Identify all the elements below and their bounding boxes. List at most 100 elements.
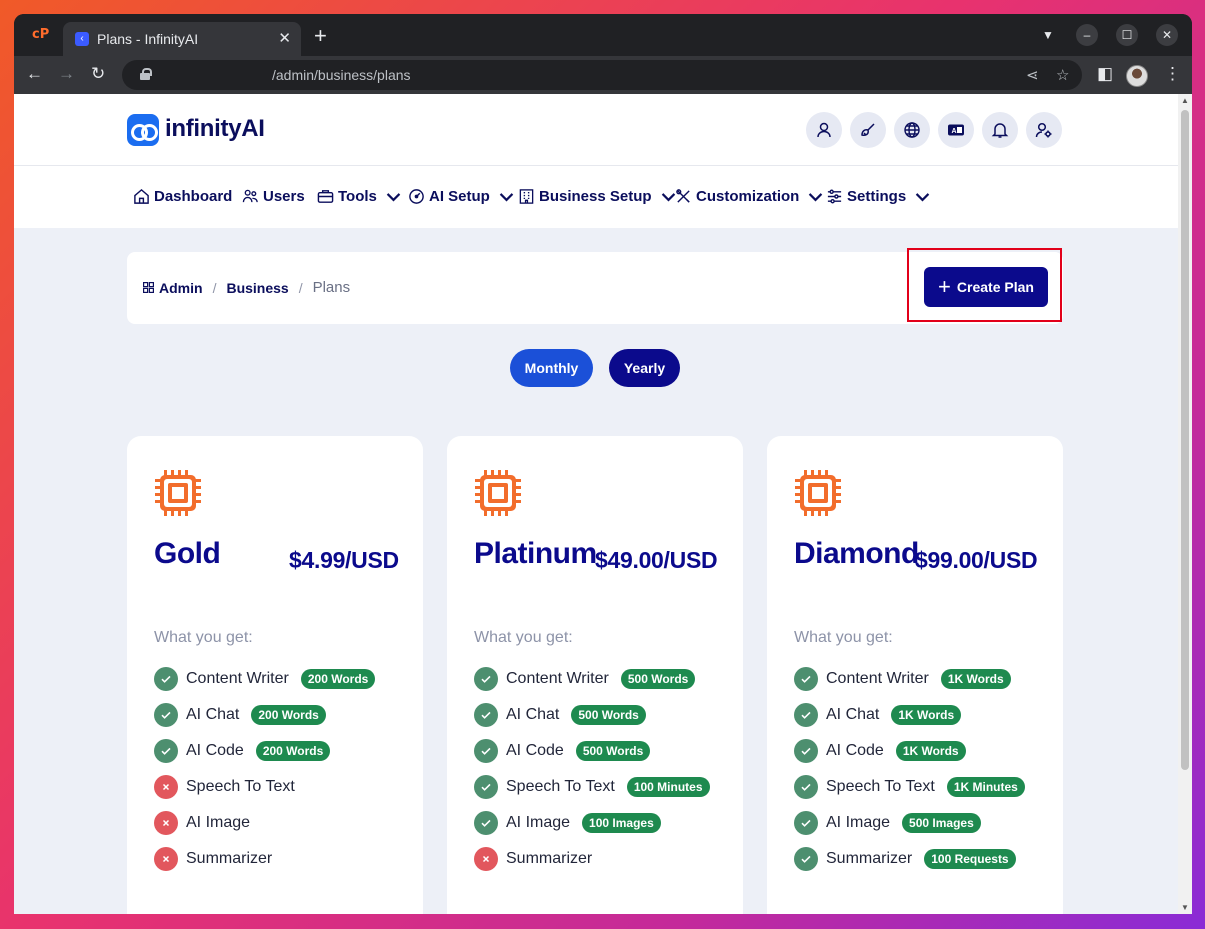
url-text[interactable]: /admin/business/plans [272,67,411,83]
plan-price: $4.99/USD [289,547,399,573]
scroll-up-icon[interactable]: ▲ [1181,96,1189,105]
feature-item: AI Code 500 Words [474,738,651,764]
nav-tools[interactable]: Tools [317,188,402,205]
profile-avatar[interactable] [1126,65,1148,87]
cpanel-icon[interactable]: cP [32,28,52,42]
check-icon [154,739,178,763]
breadcrumb-bar: Admin / Business / Plans + Create Plan [127,248,1063,324]
tab-close-icon[interactable]: ✕ [278,29,291,47]
feature-quota-badge: 500 Images [902,813,981,833]
create-plan-highlight: + Create Plan [907,248,1062,322]
plan-price: $49.00/USD [595,547,718,573]
features-heading: What you get: [794,629,893,646]
close-window-icon[interactable]: ✕ [1156,24,1178,46]
feature-quota-badge: 500 Words [571,705,646,725]
site-header: infinityAI A [14,94,1178,166]
share-icon[interactable]: ⋖ [1026,66,1039,84]
nav-label: Customization [696,188,800,205]
browser-menu-icon[interactable]: ⋮ [1164,64,1181,84]
feature-item: Speech To Text 1K Minutes [794,774,1025,800]
new-tab-icon[interactable]: + [314,25,327,47]
scroll-thumb[interactable] [1181,110,1189,770]
breadcrumb-separator: / [298,279,303,296]
nav-users[interactable]: Users [242,188,305,205]
check-icon [794,811,818,835]
cross-icon [154,811,178,835]
reload-icon[interactable]: ↻ [91,64,105,84]
lock-icon[interactable] [140,68,152,80]
check-icon [794,667,818,691]
browser-tab[interactable]: ‹ Plans - InfinityAI ✕ [63,22,301,56]
address-bar[interactable]: /admin/business/plans ⋖ ☆ [122,60,1082,90]
tab-search-chevron-icon[interactable]: ▼ [1042,28,1054,42]
nav-settings[interactable]: Settings [826,188,931,205]
dashboard-grid-icon [143,282,154,293]
feature-quota-badge: 200 Words [255,741,331,761]
plan-card: Gold $4.99/USD What you get: Content Writer… [127,436,423,914]
breadcrumb-admin[interactable]: Admin [143,280,203,296]
back-icon[interactable]: ← [26,64,43,84]
feature-label: Speech To Text [826,778,935,795]
breadcrumb-current: Plans [312,279,351,296]
tab-title: Plans - InfinityAI [97,31,199,47]
check-icon [474,775,498,799]
feature-quota-badge: 200 Words [251,705,326,725]
nav-label: Business Setup [539,188,652,205]
feature-quota-badge: 1K Minutes [946,777,1025,797]
forward-icon[interactable]: → [58,64,75,84]
feature-quota-badge: 1K Words [940,669,1011,689]
feature-quota-badge: 100 Minutes [626,777,710,797]
sliders-icon [827,189,842,204]
feature-quota-badge: 1K Words [891,705,962,725]
chevron-down-icon [499,193,514,202]
create-plan-button[interactable]: + Create Plan [924,267,1048,307]
feature-item: Content Writer 200 Words [154,666,376,692]
language-globe-icon[interactable] [894,112,930,148]
scroll-down-icon[interactable]: ▼ [1181,903,1189,912]
yearly-toggle-button[interactable]: Yearly [609,349,680,387]
feature-quota-badge: 200 Words [300,669,376,689]
plan-card: Diamond $99.00/USD What you get: Content Wr… [767,436,1063,914]
minimize-icon[interactable]: – [1076,24,1098,46]
features-heading: What you get: [154,629,253,646]
nav-dashboard[interactable]: Dashboard [133,188,232,205]
breadcrumb-business[interactable]: Business [226,280,288,296]
nav-label: Users [263,188,305,205]
feature-item: Summarizer 100 Requests [794,846,1016,872]
clear-cache-broom-icon[interactable] [850,112,886,148]
plus-icon: + [938,274,951,299]
notification-bell-icon[interactable] [982,112,1018,148]
feature-item: AI Image 100 Images [474,810,661,836]
feature-label: Content Writer [506,670,609,687]
chevron-down-icon [915,193,930,202]
nav-ai-setup[interactable]: AI Setup [408,188,515,205]
check-icon [794,847,818,871]
feature-label: AI Image [826,814,891,831]
briefcase-icon [317,190,334,203]
feature-quota-badge: 100 Requests [924,849,1016,869]
plan-price: $99.00/USD [915,547,1038,573]
feature-label: Speech To Text [506,778,615,795]
check-icon [474,667,498,691]
maximize-icon[interactable]: ☐ [1116,24,1138,46]
plan-name: Gold [154,537,221,570]
feature-label: Summarizer [826,850,913,867]
chip-icon [793,468,843,518]
check-icon [794,775,818,799]
users-icon [242,189,258,203]
check-icon [474,703,498,727]
translate-icon[interactable]: A [938,112,974,148]
user-settings-icon[interactable] [1026,112,1062,148]
browser-window: cP ‹ Plans - InfinityAI ✕ + ▼ – ☐ ✕ ← → … [14,14,1192,914]
browser-toolbar: ← → ↻ /admin/business/plans ⋖ ☆ ◧ ⋮ [14,56,1192,94]
plan-name: Platinum [474,537,597,570]
feature-quota-badge: 500 Words [620,669,696,689]
nav-business-setup[interactable]: Business Setup [518,188,677,205]
bookmark-star-icon[interactable]: ☆ [1056,66,1069,84]
user-profile-icon[interactable] [806,112,842,148]
side-panel-icon[interactable]: ◧ [1097,64,1113,84]
feature-label: AI Code [506,742,564,759]
nav-customization[interactable]: Customization [675,188,824,205]
monthly-toggle-button[interactable]: Monthly [510,349,593,387]
page-scrollbar[interactable]: ▲ ▼ [1178,94,1192,914]
